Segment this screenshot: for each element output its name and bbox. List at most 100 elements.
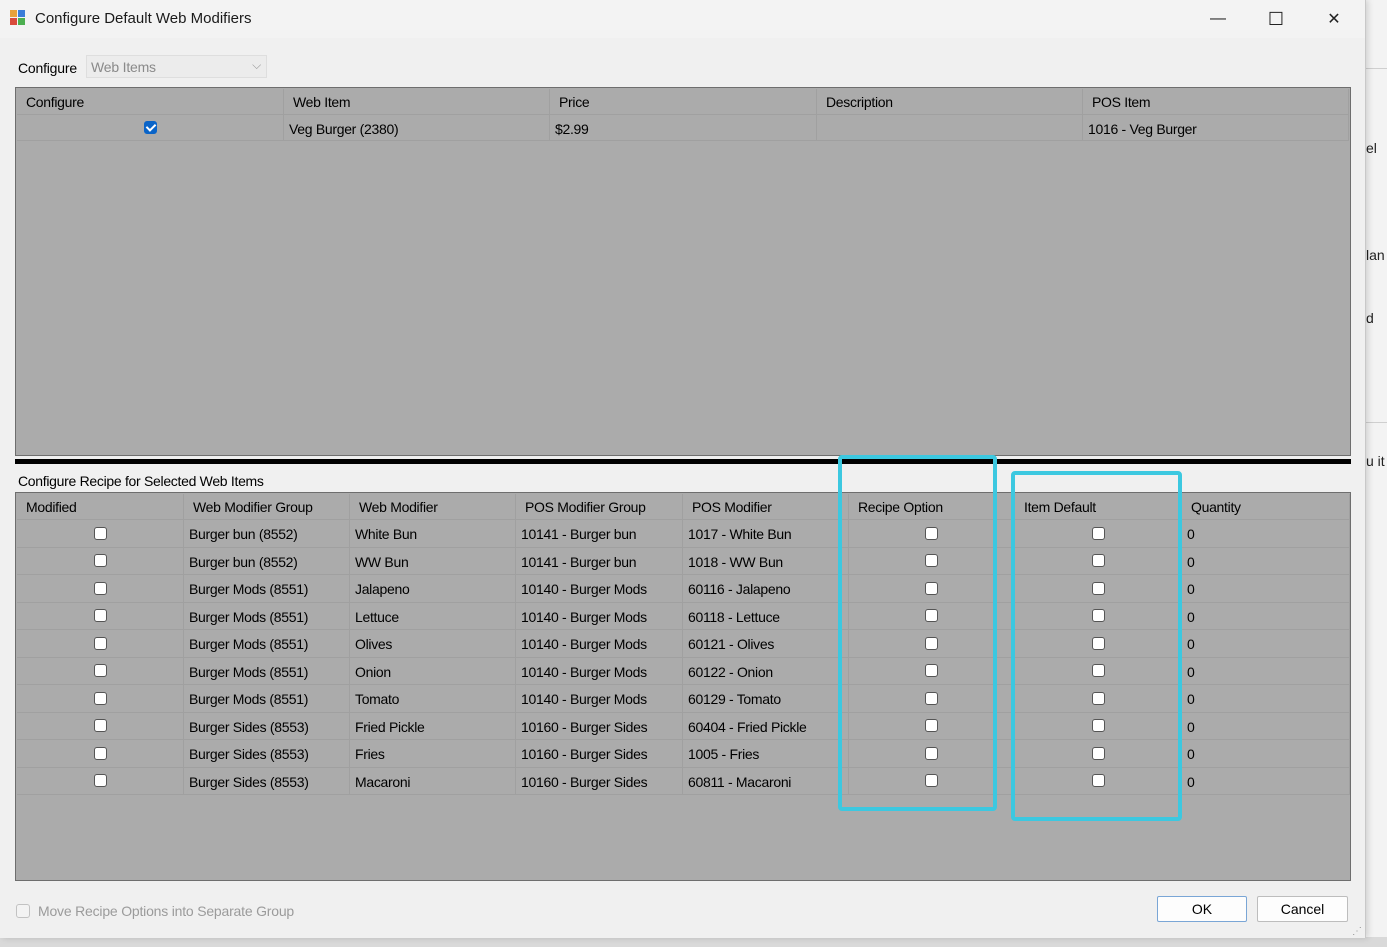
pos-modifier-cell[interactable]: 1017 - White Bun: [683, 520, 849, 548]
modified-cell-checkbox[interactable]: [93, 581, 107, 595]
modified-cell-checkbox[interactable]: [93, 636, 107, 650]
modified-cell-checkbox[interactable]: [93, 609, 107, 623]
pos-modifier-cell[interactable]: 60404 - Fried Pickle: [683, 712, 849, 740]
description-cell[interactable]: [817, 115, 1083, 141]
column-header[interactable]: Web Item: [284, 89, 550, 115]
minimize-button[interactable]: —: [1189, 0, 1247, 38]
modifier-cell[interactable]: White Bun: [350, 520, 516, 548]
modifier-group-cell[interactable]: Burger Mods (8551): [184, 630, 350, 658]
column-header[interactable]: POS Modifier: [683, 494, 849, 520]
modifier-group-cell[interactable]: Burger Mods (8551): [184, 685, 350, 713]
configure-cell-checkbox[interactable]: [143, 121, 157, 134]
modified-cell-checkbox[interactable]: [93, 664, 107, 678]
modified-cell[interactable]: [17, 767, 184, 795]
pos-modifier-cell[interactable]: 60118 - Lettuce: [683, 602, 849, 630]
ok-button[interactable]: OK: [1157, 896, 1247, 922]
modified-cell[interactable]: [17, 575, 184, 603]
pos-group-cell[interactable]: 10160 - Burger Sides: [516, 740, 683, 768]
background-text: d: [1366, 310, 1374, 326]
quantity-cell[interactable]: 0: [1182, 602, 1350, 630]
modified-cell[interactable]: [17, 520, 184, 548]
maximize-button[interactable]: ☐: [1247, 0, 1305, 38]
modifier-group-cell[interactable]: Burger Sides (8553): [184, 740, 350, 768]
modifier-cell[interactable]: WW Bun: [350, 547, 516, 575]
quantity-cell[interactable]: 0: [1182, 547, 1350, 575]
move-recipe-options-box[interactable]: [16, 904, 30, 918]
modifier-cell[interactable]: Jalapeno: [350, 575, 516, 603]
modifier-group-cell[interactable]: Burger Mods (8551): [184, 575, 350, 603]
quantity-cell[interactable]: 0: [1182, 657, 1350, 685]
modified-cell[interactable]: [17, 685, 184, 713]
quantity-cell[interactable]: 0: [1182, 767, 1350, 795]
modifier-group-cell[interactable]: Burger bun (8552): [184, 547, 350, 575]
resize-grip-icon[interactable]: ⋰: [1352, 926, 1362, 937]
modified-cell-checkbox[interactable]: [93, 719, 107, 733]
pos-modifier-cell[interactable]: 1005 - Fries: [683, 740, 849, 768]
modifier-cell[interactable]: Fries: [350, 740, 516, 768]
quantity-cell[interactable]: 0: [1182, 520, 1350, 548]
price-cell[interactable]: $2.99: [550, 115, 817, 141]
quantity-cell[interactable]: 0: [1182, 685, 1350, 713]
pos-item-cell[interactable]: 1016 - Veg Burger: [1083, 115, 1349, 141]
modifier-group-cell[interactable]: Burger bun (8552): [184, 520, 350, 548]
pos-group-cell[interactable]: 10141 - Burger bun: [516, 547, 683, 575]
modifier-group-cell[interactable]: Burger Mods (8551): [184, 657, 350, 685]
pos-modifier-cell[interactable]: 60116 - Jalapeno: [683, 575, 849, 603]
pos-group-cell[interactable]: 10140 - Burger Mods: [516, 685, 683, 713]
column-header[interactable]: Configure: [17, 89, 284, 115]
title-bar[interactable]: Configure Default Web Modifiers — ☐ ✕: [0, 0, 1365, 38]
web-item-cell[interactable]: Veg Burger (2380): [284, 115, 550, 141]
pos-group-cell[interactable]: 10140 - Burger Mods: [516, 602, 683, 630]
column-header[interactable]: POS Item: [1083, 89, 1349, 115]
modified-cell-checkbox[interactable]: [93, 691, 107, 705]
pos-group-cell[interactable]: 10160 - Burger Sides: [516, 767, 683, 795]
column-header[interactable]: Web Modifier Group: [184, 494, 350, 520]
column-header[interactable]: Description: [817, 89, 1083, 115]
modified-cell[interactable]: [17, 712, 184, 740]
column-header[interactable]: Web Modifier: [350, 494, 516, 520]
configure-select[interactable]: Web Items ⌵: [86, 55, 267, 78]
modified-cell-checkbox[interactable]: [93, 774, 107, 788]
quantity-cell[interactable]: 0: [1182, 740, 1350, 768]
modifier-group-cell[interactable]: Burger Mods (8551): [184, 602, 350, 630]
modifier-cell[interactable]: Tomato: [350, 685, 516, 713]
modifier-group-cell[interactable]: Burger Sides (8553): [184, 767, 350, 795]
modifier-cell[interactable]: Macaroni: [350, 767, 516, 795]
modified-cell-checkbox[interactable]: [93, 526, 107, 540]
modified-cell[interactable]: [17, 547, 184, 575]
modified-cell-checkbox[interactable]: [93, 746, 107, 760]
column-header[interactable]: Modified: [17, 494, 184, 520]
cancel-button[interactable]: Cancel: [1257, 896, 1348, 922]
pos-modifier-cell[interactable]: 60122 - Onion: [683, 657, 849, 685]
web-items-grid[interactable]: Configure Web Item Price Description POS Ite…: [15, 87, 1351, 456]
quantity-cell[interactable]: 0: [1182, 575, 1350, 603]
pos-modifier-cell[interactable]: 60121 - Olives: [683, 630, 849, 658]
move-recipe-options-checkbox[interactable]: Move Recipe Options into Separate Group: [16, 903, 294, 919]
pos-modifier-cell[interactable]: 1018 - WW Bun: [683, 547, 849, 575]
pos-group-cell[interactable]: 10141 - Burger bun: [516, 520, 683, 548]
modifier-group-cell[interactable]: Burger Sides (8553): [184, 712, 350, 740]
pos-group-cell[interactable]: 10140 - Burger Mods: [516, 575, 683, 603]
modified-cell[interactable]: [17, 657, 184, 685]
quantity-cell[interactable]: 0: [1182, 630, 1350, 658]
modifier-cell[interactable]: Onion: [350, 657, 516, 685]
modified-cell-checkbox[interactable]: [93, 554, 107, 568]
quantity-cell[interactable]: 0: [1182, 712, 1350, 740]
configure-cell[interactable]: [17, 115, 284, 141]
pos-group-cell[interactable]: 10140 - Burger Mods: [516, 657, 683, 685]
modifier-cell[interactable]: Fried Pickle: [350, 712, 516, 740]
column-header[interactable]: Price: [550, 89, 817, 115]
modified-cell[interactable]: [17, 740, 184, 768]
column-header[interactable]: POS Modifier Group: [516, 494, 683, 520]
pos-group-cell[interactable]: 10160 - Burger Sides: [516, 712, 683, 740]
pos-modifier-cell[interactable]: 60811 - Macaroni: [683, 767, 849, 795]
splitter[interactable]: [15, 459, 1351, 464]
modifier-cell[interactable]: Lettuce: [350, 602, 516, 630]
column-header[interactable]: Quantity: [1182, 494, 1350, 520]
close-button[interactable]: ✕: [1305, 0, 1363, 38]
modified-cell[interactable]: [17, 630, 184, 658]
modified-cell[interactable]: [17, 602, 184, 630]
pos-modifier-cell[interactable]: 60129 - Tomato: [683, 685, 849, 713]
modifier-cell[interactable]: Olives: [350, 630, 516, 658]
pos-group-cell[interactable]: 10140 - Burger Mods: [516, 630, 683, 658]
